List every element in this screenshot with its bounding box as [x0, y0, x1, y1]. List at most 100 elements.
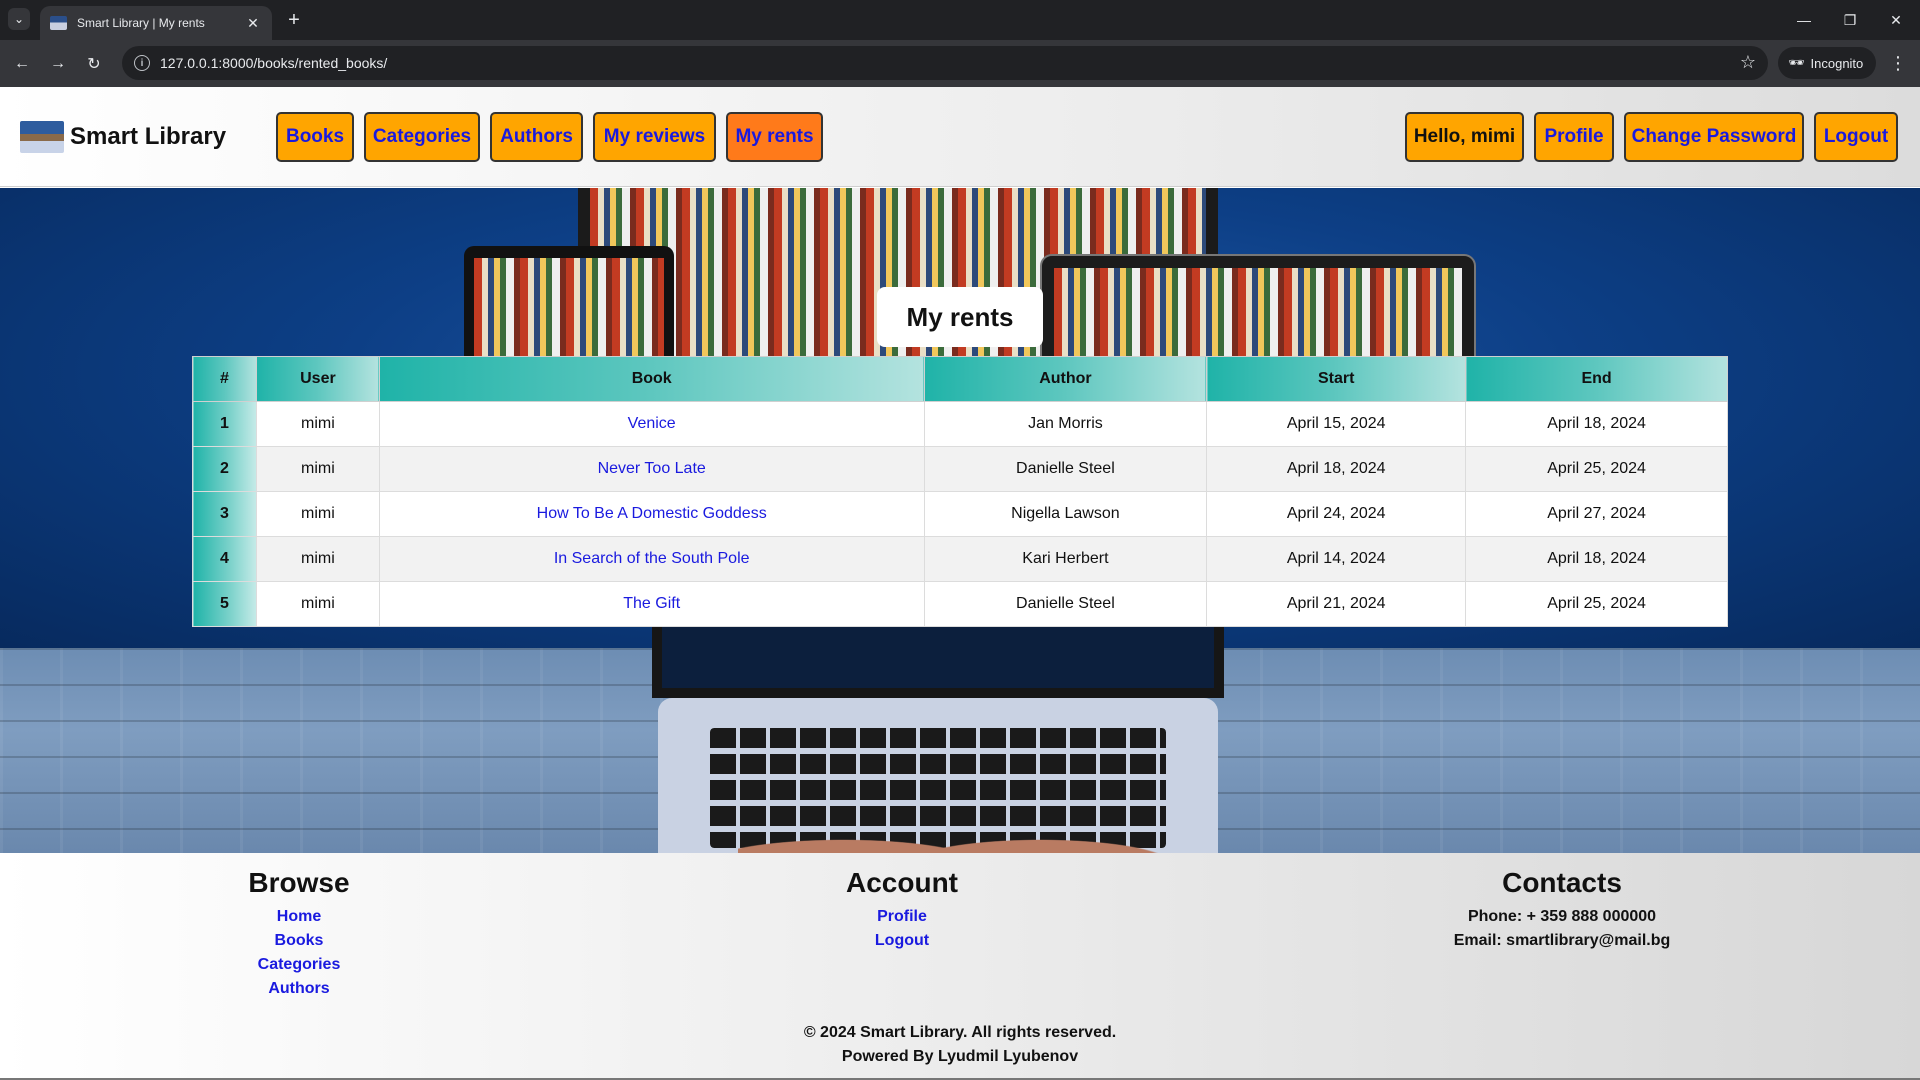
row-user: mimi [255, 401, 380, 447]
site-header: Smart Library Books Categories Authors M… [0, 87, 1920, 187]
row-book-cell: Never Too Late [378, 446, 925, 492]
browser-menu-icon[interactable]: ⋮ [1886, 51, 1910, 75]
typing-hands [738, 808, 1158, 853]
row-start-date: April 21, 2024 [1206, 581, 1467, 627]
row-end-date: April 25, 2024 [1465, 581, 1728, 627]
footer-link-profile[interactable]: Profile [802, 905, 1002, 929]
site-info-icon[interactable]: i [134, 55, 150, 71]
table-header-row: # User Book Author Start End [192, 356, 1728, 402]
restore-window-icon[interactable]: ❐ [1836, 8, 1864, 32]
incognito-indicator[interactable]: 🕶 Incognito [1778, 47, 1876, 79]
column-header-book: Book [378, 356, 925, 402]
row-start-date: April 15, 2024 [1206, 401, 1467, 447]
logo-image [20, 121, 64, 153]
footer-link-home[interactable]: Home [199, 905, 399, 929]
footer-email: Email: smartlibrary@mail.bg [1453, 932, 1671, 949]
nav-my-reviews-button[interactable]: My reviews [593, 112, 716, 162]
row-book-cell: In Search of the South Pole [378, 536, 925, 582]
row-user: mimi [255, 446, 380, 492]
row-book-cell: Venice [378, 401, 925, 447]
incognito-label: Incognito [1810, 55, 1864, 71]
table-row: 1 mimi Venice Jan Morris April 15, 2024 … [192, 401, 1728, 447]
row-author: Danielle Steel [923, 581, 1208, 627]
nav-my-rents-button[interactable]: My rents [726, 112, 823, 162]
row-author: Nigella Lawson [923, 491, 1208, 537]
row-book-cell: The Gift [378, 581, 925, 627]
book-link[interactable]: Never Too Late [598, 460, 706, 477]
footer-link-books[interactable]: Books [199, 929, 399, 953]
column-header-user: User [255, 356, 380, 402]
footer-contacts-title: Contacts [1502, 867, 1622, 898]
column-header-author: Author [923, 356, 1208, 402]
browser-tab-active[interactable]: Smart Library | My rents ✕ [40, 6, 272, 40]
rents-table: # User Book Author Start End 1 mimi Veni… [192, 356, 1728, 627]
table-row: 3 mimi How To Be A Domestic Goddess Nige… [192, 491, 1728, 537]
row-user: mimi [255, 536, 380, 582]
hello-user-button[interactable]: Hello, mimi [1405, 112, 1524, 162]
row-author: Jan Morris [923, 401, 1208, 447]
row-end-date: April 27, 2024 [1465, 491, 1728, 537]
row-author: Kari Herbert [923, 536, 1208, 582]
row-start-date: April 14, 2024 [1206, 536, 1467, 582]
nav-logout-button[interactable]: Logout [1814, 112, 1898, 162]
book-link[interactable]: Venice [628, 415, 676, 432]
forward-icon[interactable]: → [44, 50, 72, 78]
footer-copyright-block: © 2024 Smart Library. All rights reserve… [0, 1021, 1920, 1069]
logo-text: Smart Library [70, 123, 227, 150]
tab-search-icon[interactable]: ⌄ [8, 8, 30, 30]
row-number: 4 [192, 536, 257, 582]
close-tab-icon[interactable]: ✕ [244, 15, 262, 32]
row-end-date: April 25, 2024 [1465, 446, 1728, 492]
incognito-icon: 🕶 [1788, 55, 1805, 70]
url-text[interactable]: 127.0.0.1:8000/books/rented_books/ [160, 55, 387, 71]
book-link[interactable]: How To Be A Domestic Goddess [537, 505, 767, 522]
row-start-date: April 24, 2024 [1206, 491, 1467, 537]
footer-link-authors[interactable]: Authors [199, 977, 399, 1001]
footer-account-section: Account Profile Logout [802, 867, 1002, 953]
row-book-cell: How To Be A Domestic Goddess [378, 491, 925, 537]
footer-link-logout[interactable]: Logout [802, 929, 1002, 953]
nav-categories-button[interactable]: Categories [364, 112, 480, 162]
table-row: 5 mimi The Gift Danielle Steel April 21,… [192, 581, 1728, 627]
row-end-date: April 18, 2024 [1465, 536, 1728, 582]
book-link[interactable]: The Gift [623, 595, 680, 612]
table-row: 2 mimi Never Too Late Danielle Steel Apr… [192, 446, 1728, 492]
table-row: 4 mimi In Search of the South Pole Kari … [192, 536, 1728, 582]
tab-title: Smart Library | My rents [77, 16, 205, 30]
row-number: 2 [192, 446, 257, 492]
footer-browse-section: Browse Home Books Categories Authors [199, 867, 399, 1001]
laptop-keyboard-base [658, 698, 1218, 853]
row-start-date: April 18, 2024 [1206, 446, 1467, 492]
nav-change-password-button[interactable]: Change Password [1624, 112, 1804, 162]
footer-browse-title: Browse [248, 867, 350, 898]
page-title: My rents [877, 287, 1043, 347]
row-user: mimi [255, 491, 380, 537]
row-user: mimi [255, 581, 380, 627]
book-link[interactable]: In Search of the South Pole [554, 550, 750, 567]
row-end-date: April 18, 2024 [1465, 401, 1728, 447]
footer-link-categories[interactable]: Categories [199, 953, 399, 977]
row-number: 5 [192, 581, 257, 627]
nav-authors-button[interactable]: Authors [490, 112, 583, 162]
reload-icon[interactable]: ↻ [80, 50, 108, 78]
column-header-num: # [192, 356, 257, 402]
close-window-icon[interactable]: ✕ [1882, 8, 1910, 32]
site-logo[interactable]: Smart Library [20, 121, 226, 153]
column-header-start: Start [1206, 356, 1467, 402]
bookmark-star-icon[interactable]: ☆ [1740, 52, 1756, 73]
column-header-end: End [1465, 356, 1728, 402]
nav-profile-button[interactable]: Profile [1534, 112, 1614, 162]
row-number: 1 [192, 401, 257, 447]
site-footer: Browse Home Books Categories Authors Acc… [0, 853, 1920, 1080]
site-favicon-icon [50, 16, 67, 30]
footer-powered-by: Powered By Lyudmil Lyubenov [841, 1048, 1079, 1065]
minimize-window-icon[interactable]: — [1790, 8, 1818, 32]
footer-account-title: Account [846, 867, 958, 898]
new-tab-icon[interactable]: + [282, 8, 306, 32]
nav-books-button[interactable]: Books [276, 112, 354, 162]
row-number: 3 [192, 491, 257, 537]
back-icon[interactable]: ← [8, 50, 36, 78]
row-author: Danielle Steel [923, 446, 1208, 492]
browser-tab-bar: ⌄ Smart Library | My rents ✕ + — ❐ ✕ [0, 0, 1920, 40]
url-omnibox[interactable]: i 127.0.0.1:8000/books/rented_books/ ☆ [122, 46, 1768, 80]
